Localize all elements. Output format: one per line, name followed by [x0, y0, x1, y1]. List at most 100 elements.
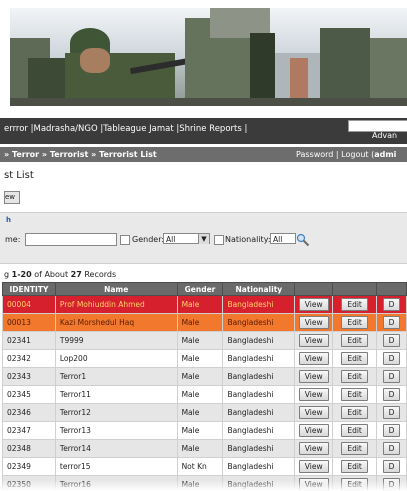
page-title: st List	[4, 170, 34, 181]
edit-button[interactable]: Edit	[341, 370, 368, 383]
cell-action: D	[376, 331, 407, 350]
breadcrumb[interactable]: » Terror » Terrorist » Terrorist List	[4, 150, 157, 159]
edit-button[interactable]: Edit	[341, 334, 368, 347]
nationality-select-value: All	[273, 235, 283, 244]
new-button[interactable]: ew	[4, 191, 20, 204]
cell-name: Terror12	[54, 403, 178, 422]
delete-button[interactable]: D	[382, 442, 401, 455]
cell-identity: 02347	[2, 421, 56, 440]
table-header-row: IDENTITY Name Gender Nationality	[2, 282, 407, 296]
column-header-identity[interactable]: IDENTITY	[2, 282, 56, 296]
cell-identity: 02343	[2, 367, 56, 386]
gender-checkbox[interactable]	[120, 235, 130, 245]
delete-button[interactable]: D	[382, 352, 401, 365]
view-button[interactable]: View	[298, 370, 329, 383]
cell-name: Prof Mohiuddin Ahmed	[54, 295, 178, 314]
edit-button[interactable]: Edit	[341, 442, 368, 455]
view-button[interactable]: View	[298, 352, 329, 365]
cell-action: View	[294, 457, 334, 476]
column-header-gender[interactable]: Gender	[176, 282, 224, 296]
cell-action: View	[294, 403, 334, 422]
view-button[interactable]: View	[298, 406, 329, 419]
cell-action: View	[294, 385, 334, 404]
cell-nationality: Bangladeshi	[222, 457, 296, 476]
table-row: 02343 Terror1 Male Bangladeshi View Edit D	[2, 367, 407, 386]
delete-button[interactable]: D	[382, 424, 401, 437]
edit-button[interactable]: Edit	[341, 424, 368, 437]
cell-name: Terror11	[54, 385, 178, 404]
nav-links[interactable]: errror |Madrasha/NGO |Tableague Jamat |S…	[4, 124, 247, 134]
cell-name: Kazi Morshedul Haq	[54, 313, 178, 332]
delete-button[interactable]: D	[382, 316, 401, 329]
cell-action: Edit	[332, 421, 378, 440]
cell-name: Terror1	[54, 367, 178, 386]
edit-button[interactable]: Edit	[341, 298, 368, 311]
table-row: 02346 Terror12 Male Bangladeshi View Edit D	[2, 403, 407, 422]
cell-action: D	[376, 349, 407, 368]
cell-identity: 02349	[2, 457, 56, 476]
cell-identity: 02345	[2, 385, 56, 404]
records-summary: g 1-20 of About 27 Records	[4, 270, 116, 279]
edit-button[interactable]: Edit	[341, 406, 368, 419]
cell-action: D	[376, 295, 407, 314]
cell-nationality: Bangladeshi	[222, 367, 296, 386]
name-label: me:	[5, 235, 21, 244]
column-header-nationality[interactable]: Nationality	[222, 282, 296, 296]
gender-label: Gender:	[132, 235, 165, 244]
current-user: admi	[374, 150, 397, 159]
delete-button[interactable]: D	[382, 334, 401, 347]
cell-nationality: Bangladeshi	[222, 439, 296, 458]
cell-action: Edit	[332, 439, 378, 458]
nationality-checkbox[interactable]	[214, 235, 224, 245]
delete-button[interactable]: D	[382, 370, 401, 383]
cell-name: Terror13	[54, 421, 178, 440]
delete-button[interactable]: D	[382, 298, 401, 311]
edit-button[interactable]: Edit	[341, 460, 368, 473]
bottom-fade	[0, 480, 407, 491]
chevron-down-icon: ▼	[198, 234, 209, 244]
cell-gender: Male	[176, 439, 224, 458]
view-button[interactable]: View	[298, 424, 329, 437]
cell-action: Edit	[332, 367, 378, 386]
delete-button[interactable]: D	[382, 388, 401, 401]
table-row: 02345 Terror11 Male Bangladeshi View Edit D	[2, 385, 407, 404]
delete-button[interactable]: D	[382, 406, 401, 419]
edit-button[interactable]: Edit	[341, 388, 368, 401]
name-input[interactable]	[25, 233, 117, 246]
view-button[interactable]: View	[298, 316, 329, 329]
search-panel: h me: Gender: All ▼ Nationality: All	[0, 212, 407, 264]
cell-action: D	[376, 439, 407, 458]
view-button[interactable]: View	[298, 388, 329, 401]
cell-action: Edit	[332, 295, 378, 314]
advanced-search-link[interactable]: Advan	[372, 131, 397, 140]
records-of-about: of About	[31, 270, 71, 279]
cell-gender: Male	[176, 295, 224, 314]
view-button[interactable]: View	[298, 442, 329, 455]
column-header-name[interactable]: Name	[54, 282, 178, 296]
cell-identity: 00004	[2, 295, 56, 314]
view-button[interactable]: View	[298, 460, 329, 473]
gender-select[interactable]: All ▼	[163, 233, 210, 244]
banner-image	[10, 8, 407, 106]
password-logout-links[interactable]: Password | Logout (	[296, 150, 374, 159]
edit-button[interactable]: Edit	[341, 316, 368, 329]
cell-action: View	[294, 421, 334, 440]
cell-gender: Male	[176, 403, 224, 422]
table-row: 02347 Terror13 Male Bangladeshi View Edit D	[2, 421, 407, 440]
user-links[interactable]: Password | Logout (admi	[296, 150, 396, 159]
cell-action: View	[294, 331, 334, 350]
view-button[interactable]: View	[298, 298, 329, 311]
cell-action: View	[294, 313, 334, 332]
delete-button[interactable]: D	[382, 460, 401, 473]
view-button[interactable]: View	[298, 334, 329, 347]
cell-action: Edit	[332, 385, 378, 404]
cell-identity: 02348	[2, 439, 56, 458]
records-suffix: Records	[81, 270, 117, 279]
search-magnifier-icon[interactable]	[296, 233, 310, 247]
cell-action: Edit	[332, 403, 378, 422]
cell-gender: Male	[176, 349, 224, 368]
edit-button[interactable]: Edit	[341, 352, 368, 365]
cell-name: Terror14	[54, 439, 178, 458]
cell-action: Edit	[332, 313, 378, 332]
nationality-select[interactable]: All	[270, 233, 296, 244]
